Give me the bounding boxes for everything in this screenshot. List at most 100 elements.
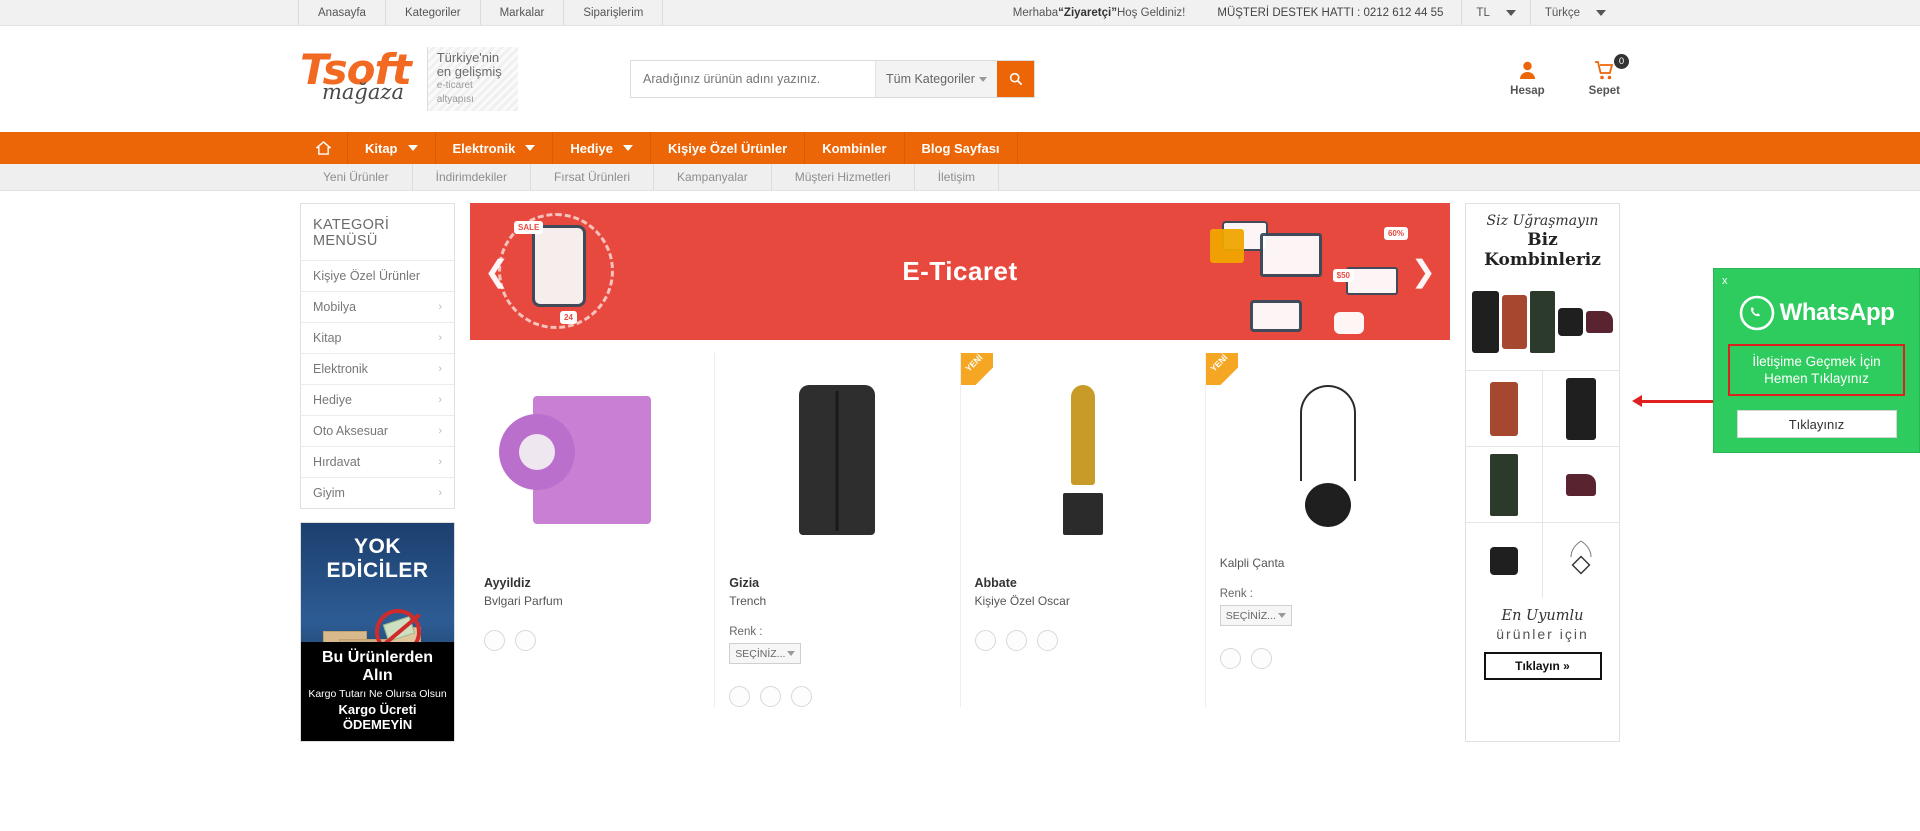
product-color-select[interactable]: SEÇİNİZ... — [729, 643, 802, 664]
variant-dot[interactable] — [484, 630, 505, 651]
user-icon — [1519, 61, 1535, 79]
product-variant-dots[interactable] — [974, 630, 1191, 651]
nav-item-elektronik[interactable]: Elektronik — [436, 132, 554, 164]
language-selector[interactable]: Türkçe — [1529, 0, 1620, 25]
product-image — [1220, 367, 1436, 552]
combine-item-grid — [1466, 370, 1619, 598]
handbag-image — [1558, 308, 1584, 336]
product-variant-dots[interactable] — [484, 630, 700, 651]
nav-label: Blog Sayfası — [921, 140, 1000, 156]
search-category-value: Tüm Kategoriler — [886, 72, 975, 86]
category-menu-title: KATEGORİ MENÜSÜ — [313, 217, 390, 249]
site-logo[interactable]: Tsoft mağaza Türkiye'nin en gelişmiş e-t… — [300, 47, 518, 111]
nav-item-kisiye-ozel-urunler[interactable]: Kişiye Özel Ürünler — [651, 132, 806, 164]
combine-head-line-1: Siz Uğraşmayın — [1486, 213, 1599, 229]
support-phone: MÜŞTERİ DESTEK HATTI : 0212 612 44 55 — [1217, 6, 1444, 19]
sidebar-promo-banner[interactable]: YOK EDİCİLER Bu Ürünlerden Alın Kargo Tu… — [300, 522, 455, 742]
nav-home[interactable] — [300, 132, 348, 164]
combine-cell[interactable] — [1542, 446, 1619, 522]
product-variant-dots[interactable] — [1219, 648, 1436, 669]
topnav-markalar[interactable]: Markalar — [481, 0, 565, 25]
category-menu: KATEGORİ MENÜSÜ Kişiye Özel Ürünler Mobi… — [300, 203, 455, 509]
combine-cell[interactable] — [1542, 522, 1619, 598]
cart-label: Sepet — [1588, 85, 1620, 97]
bag-strap — [1299, 384, 1356, 481]
sidebar-item-label: Giyim — [313, 486, 345, 500]
subnav-iletisim[interactable]: İletişim — [915, 164, 1000, 190]
promo-title: YOK EDİCİLER — [326, 535, 429, 582]
product-card[interactable]: YENİ Abbate Kişiye Özel Oscar — [960, 353, 1206, 707]
variant-dot[interactable] — [729, 686, 751, 707]
currency-selector[interactable]: TL — [1461, 0, 1529, 25]
chevron-down-icon — [1277, 613, 1286, 618]
product-image — [975, 367, 1191, 552]
variant-dot[interactable] — [1036, 630, 1058, 651]
whatsapp-cta-button[interactable]: Tıklayınız — [1736, 410, 1897, 438]
product-brand: Abbate — [974, 576, 1017, 590]
cart-count-badge: 0 — [1614, 54, 1629, 69]
cart-button[interactable]: 0 Sepet — [1588, 54, 1629, 97]
variant-dot[interactable] — [791, 686, 813, 707]
combine-cell[interactable] — [1466, 446, 1543, 522]
product-color-select[interactable]: SEÇİNİZ... — [1219, 605, 1292, 626]
color-select-value: SEÇİNİZ... — [735, 647, 786, 660]
topnav-anasayfa[interactable]: Anasayfa — [298, 0, 386, 25]
top-utility-bar: Anasayfa Kategoriler Markalar Siparişler… — [0, 0, 1920, 26]
chevron-right-icon: › — [438, 425, 442, 437]
nav-label: Elektronik — [452, 140, 516, 156]
nav-item-hediye[interactable]: Hediye — [553, 132, 651, 164]
nav-item-blog-sayfasi[interactable]: Blog Sayfası — [905, 132, 1018, 164]
variant-dot[interactable] — [974, 630, 996, 651]
slider-prev-button[interactable]: ❮ — [484, 254, 509, 289]
search-input[interactable] — [631, 61, 875, 97]
combine-cell[interactable] — [1542, 370, 1619, 446]
nav-item-kitap[interactable]: Kitap — [348, 132, 436, 164]
top-image — [1489, 381, 1518, 436]
subnav-yeni-urunler[interactable]: Yeni Ürünler — [300, 164, 413, 190]
subnav-indirimdekiler[interactable]: İndirimdekiler — [413, 164, 531, 190]
combine-foot-line-1: En Uyumlu — [1501, 608, 1584, 624]
combine-cell[interactable] — [1466, 522, 1543, 598]
chevron-down-icon — [407, 145, 418, 151]
combine-cell[interactable] — [1466, 370, 1543, 446]
slider-chat-icon — [1334, 312, 1364, 334]
whatsapp-brand: WhatsApp — [1722, 295, 1911, 331]
sidebar-item-elektronik[interactable]: Elektronik › — [301, 353, 454, 384]
sidebar-item-label: Hediye — [313, 393, 352, 407]
variant-dot[interactable] — [1250, 648, 1272, 669]
variant-dot[interactable] — [515, 630, 536, 651]
account-button[interactable]: Hesap — [1510, 61, 1545, 97]
product-variant-dots[interactable] — [729, 686, 945, 707]
close-icon[interactable]: x — [1722, 275, 1911, 287]
product-card[interactable]: YENİ Kalpli Çanta Renk : SEÇİNİZ... — [1205, 353, 1450, 707]
subnav-kampanyalar[interactable]: Kampanyalar — [654, 164, 772, 190]
search-category-select[interactable]: Tüm Kategoriler — [875, 61, 997, 97]
sidebar-item-label: Kitap — [313, 331, 342, 345]
sidebar-item-kisiye-ozel-urunler[interactable]: Kişiye Özel Ürünler — [301, 260, 454, 291]
sidebar-item-hirdavat[interactable]: Hırdavat › — [301, 446, 454, 477]
slider-next-button[interactable]: ❯ — [1411, 254, 1436, 289]
topnav-siparislerim[interactable]: Siparişlerim — [564, 0, 664, 25]
chevron-right-icon: › — [438, 332, 442, 344]
subnav-musteri-hizmetleri[interactable]: Müşteri Hizmetleri — [772, 164, 915, 190]
variant-dot[interactable] — [1219, 648, 1241, 669]
sidebar-item-giyim[interactable]: Giyim › — [301, 477, 454, 508]
sidebar-item-oto-aksesuar[interactable]: Oto Aksesuar › — [301, 415, 454, 446]
product-brand: Ayyildiz — [484, 576, 531, 590]
attention-arrow — [1632, 395, 1713, 407]
shoe-image — [1586, 311, 1613, 333]
product-card[interactable]: Ayyildiz Bvlgari Parfum — [470, 353, 716, 707]
variant-dot[interactable] — [1005, 630, 1027, 651]
sidebar-item-mobilya[interactable]: Mobilya › — [301, 291, 454, 322]
topnav-kategoriler[interactable]: Kategoriler — [386, 0, 481, 25]
sidebar-item-kitap[interactable]: Kitap › — [301, 322, 454, 353]
chevron-right-icon: › — [438, 363, 442, 375]
subnav-firsat-urunleri[interactable]: Fırsat Ürünleri — [531, 164, 654, 190]
combine-cta-button[interactable]: Tıklayın » — [1483, 652, 1602, 680]
variant-dot[interactable] — [760, 686, 782, 707]
search-button[interactable] — [997, 61, 1034, 97]
product-card[interactable]: Gizia Trench Renk : SEÇİNİZ... — [715, 353, 961, 707]
nav-item-kombinler[interactable]: Kombinler — [805, 132, 905, 164]
bag-body — [1304, 482, 1351, 527]
sidebar-item-hediye[interactable]: Hediye › — [301, 384, 454, 415]
